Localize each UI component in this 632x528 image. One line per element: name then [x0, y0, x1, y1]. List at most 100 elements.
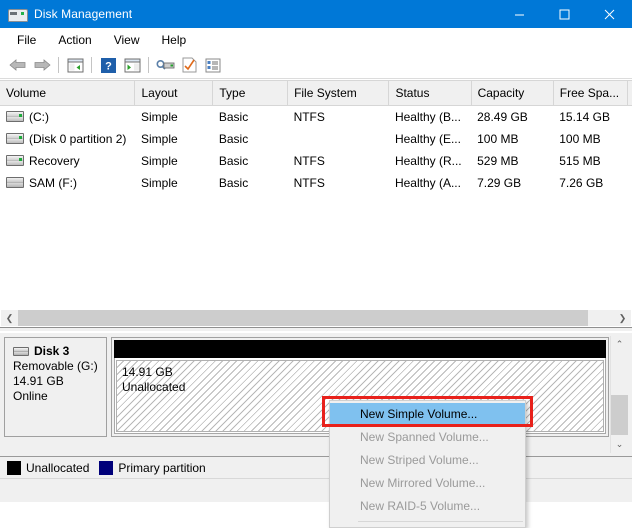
table-row[interactable]: Recovery Simple Basic NTFS Healthy (R...… [0, 150, 632, 172]
disk-drive-icon [8, 6, 28, 22]
cell-layout: Simple [140, 176, 178, 190]
column-header-free-space[interactable]: Free Spa... [553, 80, 629, 106]
scroll-up-icon[interactable]: ⌃ [611, 336, 628, 353]
cell-type: Basic [218, 110, 249, 124]
cell-free-space: 100 MB [559, 132, 601, 146]
cell-capacity: 28.49 GB [477, 110, 528, 124]
cell-file-system: NTFS [293, 154, 325, 168]
partition-state: Unallocated [122, 380, 186, 394]
legend-bar: Unallocated Primary partition [0, 456, 632, 478]
cell-percent-free: 53 % [628, 106, 632, 129]
properties-icon[interactable] [177, 54, 201, 76]
cell-type: Basic [218, 154, 249, 168]
cell-status: Healthy (B... [394, 110, 461, 124]
cell-volume: (C:) [0, 106, 135, 129]
disk-panel-vscrollbar[interactable]: ⌃ ⌄ [610, 336, 628, 453]
cell-free-space: 15.14 GB [559, 110, 610, 124]
legend-item-primary-partition: Primary partition [99, 460, 206, 475]
cell-percent-free: 100 [628, 128, 632, 150]
cell-layout: Simple [140, 154, 178, 168]
cell-status: Healthy (E... [394, 132, 461, 146]
toolbar-separator-1 [58, 57, 59, 73]
rescan-disks-icon[interactable] [153, 54, 177, 76]
context-menu-item-new-simple-volume[interactable]: New Simple Volume... [330, 403, 525, 426]
volume-icon-green [6, 133, 24, 145]
toolbar-separator-3 [148, 57, 149, 73]
table-row[interactable]: SAM (F:) Simple Basic NTFS Healthy (A...… [0, 172, 632, 194]
menu-bar: File Action View Help [0, 28, 632, 52]
column-header-file-system[interactable]: File System [287, 80, 390, 106]
cell-capacity: 100 MB [477, 132, 519, 146]
forward-arrow-icon[interactable] [30, 54, 54, 76]
vscroll-track[interactable] [611, 353, 628, 436]
window-controls [497, 0, 632, 28]
show-hide-action-pane-icon[interactable] [120, 54, 144, 76]
volume-list-panel: Volume Layout Type File System Status Ca… [0, 79, 632, 327]
volume-list-hscrollbar[interactable]: ❮ ❯ [1, 310, 631, 326]
cell-type: Basic [218, 176, 249, 190]
volume-table-header-row: Volume Layout Type File System Status Ca… [0, 80, 632, 106]
legend-swatch-primary-partition [99, 460, 114, 475]
menu-file[interactable]: File [6, 30, 47, 50]
back-arrow-icon[interactable] [6, 54, 30, 76]
disk-graphical-panel: Disk 3 Removable (G:) 14.91 GB Online 14… [0, 332, 632, 456]
legend-item-unallocated: Unallocated [7, 460, 90, 475]
partition-size: 14.91 GB [122, 365, 173, 379]
context-menu-item-new-mirrored-volume: New Mirrored Volume... [360, 476, 486, 490]
column-header-status[interactable]: Status [388, 80, 472, 106]
context-menu-item-new-raid5-volume: New RAID-5 Volume... [360, 499, 481, 513]
table-row[interactable]: (Disk 0 partition 2) Simple Basic Health… [0, 128, 632, 150]
menu-help[interactable]: Help [151, 30, 198, 50]
context-menu: New Simple Volume... New Spanned Volume.… [329, 400, 526, 528]
volume-icon-green [6, 155, 24, 167]
close-button[interactable] [587, 0, 632, 28]
volume-icon-green [6, 111, 24, 123]
context-menu-separator [358, 521, 523, 522]
minimize-button[interactable] [497, 0, 542, 28]
cell-percent-free: 97 % [628, 150, 632, 172]
cell-capacity: 529 MB [477, 154, 519, 168]
column-header-capacity[interactable]: Capacity [471, 80, 554, 106]
cell-file-system [288, 128, 389, 150]
cell-capacity: 7.29 GB [477, 176, 522, 190]
cell-free-space: 7.26 GB [559, 176, 604, 190]
disk-media-type: Removable (G:) [13, 359, 98, 373]
column-header-volume[interactable]: Volume [0, 80, 136, 106]
toolbar: ? [0, 52, 632, 79]
hscroll-thumb[interactable] [18, 310, 588, 326]
cell-percent-free: 100 [628, 172, 632, 194]
context-menu-item-new-striped-volume: New Striped Volume... [360, 453, 479, 467]
disk-info-pane[interactable]: Disk 3 Removable (G:) 14.91 GB Online [4, 337, 107, 437]
cell-volume: Recovery [0, 150, 135, 172]
cell-volume: SAM (F:) [0, 172, 135, 194]
hscroll-track[interactable] [18, 310, 614, 326]
list-view-icon[interactable] [201, 54, 225, 76]
volume-table: Volume Layout Type File System Status Ca… [0, 80, 632, 194]
maximize-button[interactable] [542, 0, 587, 28]
scroll-right-icon[interactable]: ❯ [614, 310, 631, 326]
partition-capacity-bar [114, 340, 606, 358]
legend-swatch-unallocated [7, 460, 21, 475]
legend-label-primary-partition: Primary partition [118, 460, 206, 475]
cell-type: Basic [218, 132, 249, 146]
column-header-layout[interactable]: Layout [134, 80, 214, 106]
disk-name: Disk 3 [34, 344, 70, 358]
show-hide-console-tree-icon[interactable] [63, 54, 87, 76]
cell-layout: Simple [140, 110, 178, 124]
scroll-down-icon[interactable]: ⌄ [611, 436, 628, 453]
cell-status: Healthy (R... [394, 154, 462, 168]
disk-status: Online [13, 389, 48, 403]
column-header-type[interactable]: Type [212, 80, 289, 106]
legend-label-unallocated: Unallocated [26, 460, 90, 475]
table-row[interactable]: (C:) Simple Basic NTFS Healthy (B... 28.… [0, 106, 632, 129]
disk-title: Disk 3 [13, 344, 100, 359]
column-header-percent-free[interactable]: % Fr [627, 80, 632, 106]
context-menu-item-new-spanned-volume: New Spanned Volume... [360, 430, 489, 444]
vscroll-thumb[interactable] [611, 395, 628, 435]
menu-view[interactable]: View [103, 30, 151, 50]
disk-mini-icon [13, 347, 29, 356]
help-icon[interactable]: ? [96, 54, 120, 76]
menu-action[interactable]: Action [47, 30, 102, 50]
svg-text:?: ? [105, 60, 112, 72]
scroll-left-icon[interactable]: ❮ [1, 310, 18, 326]
